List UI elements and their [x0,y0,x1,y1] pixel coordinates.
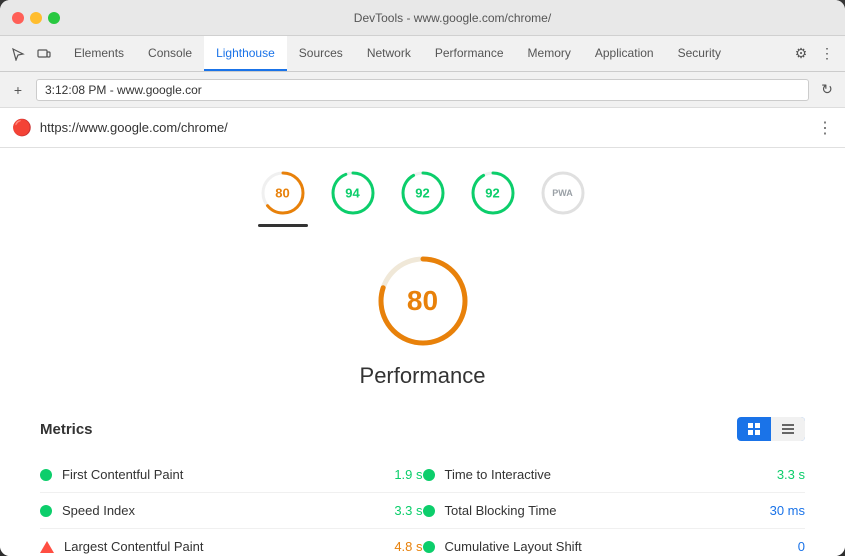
metric-cls: Cumulative Layout Shift 0 [423,529,806,556]
tab-application[interactable]: Application [583,36,666,71]
metric-fcp: First Contentful Paint 1.9 s [40,457,423,493]
minimize-button[interactable] [30,12,42,24]
add-tab-icon[interactable]: + [8,80,28,100]
si-value: 3.3 s [394,503,422,518]
responsive-icon[interactable] [34,44,54,64]
tab-lighthouse[interactable]: Lighthouse [204,36,287,71]
score-circle-pwa[interactable]: PWA [538,168,588,227]
score-circle-92b[interactable]: 92 [468,168,518,227]
tab-performance[interactable]: Performance [423,36,516,71]
score-value-92a: 92 [415,186,429,201]
tabs-list: Elements Console Lighthouse Sources Netw… [62,36,733,71]
si-name: Speed Index [62,503,384,518]
metrics-label: Metrics [40,421,93,438]
metric-si: Speed Index 3.3 s [40,493,423,529]
lighthouse-icon: 🔴 [12,118,32,138]
devtools-icons [0,36,62,71]
metric-tti: Time to Interactive 3.3 s [423,457,806,493]
devtools-tabs-bar: Elements Console Lighthouse Sources Netw… [0,36,845,72]
si-dot [40,505,52,517]
metric-lcp: Largest Contentful Paint 4.8 s [40,529,423,556]
score-circle-performance[interactable]: 80 [258,168,308,227]
tbt-value: 30 ms [770,503,805,518]
metric-tbt: Total Blocking Time 30 ms [423,493,806,529]
score-value-80: 80 [275,186,289,201]
fcp-value: 1.9 s [394,467,422,482]
tab-elements[interactable]: Elements [62,36,136,71]
list-view-button[interactable] [771,417,805,441]
score-circle-92a[interactable]: 92 [398,168,448,227]
score-value-92b: 92 [485,186,499,201]
score-value-94: 94 [345,186,359,201]
section-title: Performance [360,363,486,389]
score-circles-row: 80 94 [40,168,805,227]
score-value-pwa: PWA [552,188,573,198]
tti-dot [423,469,435,481]
lcp-value: 4.8 s [394,539,422,554]
window-title: DevTools - www.google.com/chrome/ [72,11,833,25]
lh-url-bar: 🔴 https://www.google.com/chrome/ ⋮ [0,108,845,148]
tab-memory[interactable]: Memory [516,36,583,71]
close-button[interactable] [12,12,24,24]
lcp-triangle [40,541,54,553]
title-bar: DevTools - www.google.com/chrome/ [0,0,845,36]
cls-dot [423,541,435,553]
metrics-section: Metrics [40,417,805,556]
cursor-icon[interactable] [8,44,28,64]
large-score-value: 80 [407,285,438,317]
tbt-name: Total Blocking Time [445,503,760,518]
more-icon[interactable]: ⋮ [817,44,837,64]
grid-view-button[interactable] [737,417,771,441]
score-ring-80: 80 [258,168,308,218]
metrics-grid: First Contentful Paint 1.9 s Speed Index… [40,457,805,556]
maximize-button[interactable] [48,12,60,24]
cls-name: Cumulative Layout Shift [445,539,788,554]
devtools-right-icons: ⚙ ⋮ [783,36,845,71]
tti-name: Time to Interactive [445,467,767,482]
lcp-name: Largest Contentful Paint [64,539,384,554]
address-input[interactable] [36,79,809,101]
tbt-dot [423,505,435,517]
tab-sources[interactable]: Sources [287,36,355,71]
score-ring-92a: 92 [398,168,448,218]
view-toggle [737,417,805,441]
tab-security[interactable]: Security [666,36,733,71]
metrics-header: Metrics [40,417,805,441]
metrics-left-col: First Contentful Paint 1.9 s Speed Index… [40,457,423,556]
lh-url-text: https://www.google.com/chrome/ [40,120,809,135]
tab-console[interactable]: Console [136,36,204,71]
reload-icon[interactable]: ↻ [817,80,837,100]
score-ring-92b: 92 [468,168,518,218]
tab-network[interactable]: Network [355,36,423,71]
cls-value: 0 [798,539,805,554]
main-content: 80 94 [0,148,845,556]
score-circle-94[interactable]: 94 [328,168,378,227]
settings-icon[interactable]: ⚙ [791,44,811,64]
tti-value: 3.3 s [777,467,805,482]
metrics-right-col: Time to Interactive 3.3 s Total Blocking… [423,457,806,556]
traffic-lights [12,12,60,24]
large-score-ring: 80 [373,251,473,351]
large-score-section: 80 Performance [40,251,805,389]
fcp-dot [40,469,52,481]
lh-menu-icon[interactable]: ⋮ [817,118,833,138]
score-ring-pwa: PWA [538,168,588,218]
active-underline [258,224,308,227]
fcp-name: First Contentful Paint [62,467,384,482]
score-ring-94: 94 [328,168,378,218]
devtools-window: DevTools - www.google.com/chrome/ Elemen… [0,0,845,556]
address-bar: + ↻ [0,72,845,108]
